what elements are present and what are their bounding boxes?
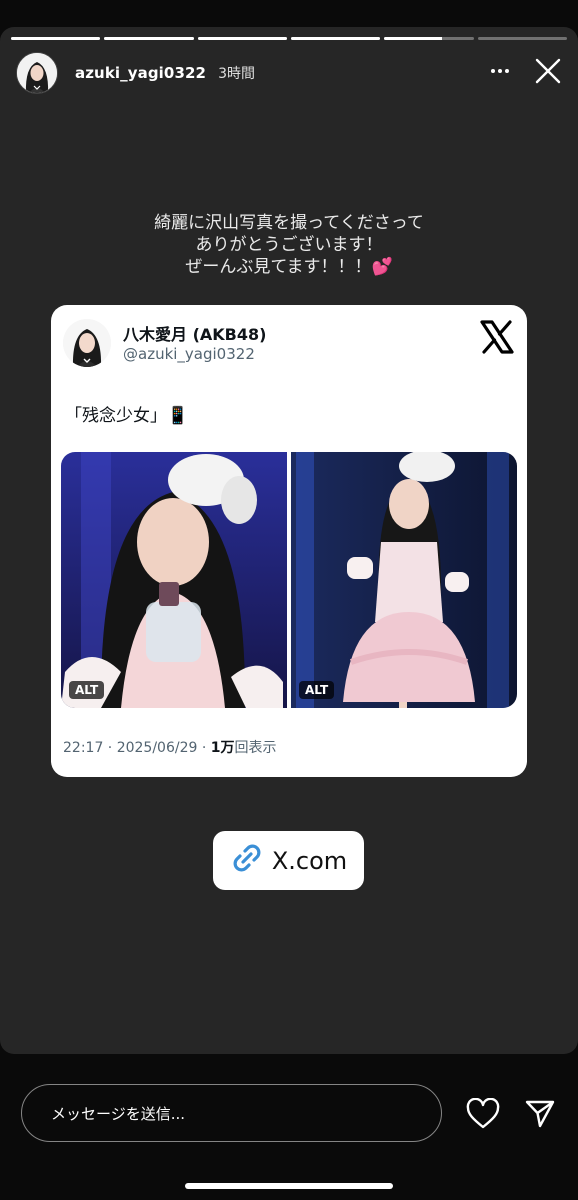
story-header: azuki_yagi0322 3時間 [16,51,562,95]
story-progress-bar [11,37,567,40]
story-progress-segment [197,37,287,40]
story-progress-segment [11,37,101,40]
post-author-avatar[interactable] [63,319,111,367]
post-views-label: 回表示 [234,740,277,756]
post-time: 3時間 [218,66,255,82]
send-icon[interactable] [524,1098,556,1134]
x-logo-icon [479,319,515,355]
post-views-count: 1万 [210,740,235,756]
post-photo-1[interactable]: ALT [61,452,287,708]
message-input-placeholder: メッセージを送信... [51,1104,186,1123]
post-meta: 22:17 · 2025/06/29 · 1万回表示 [63,737,277,757]
story-caption: 綺麗に沢山写真を撮ってくださって ありがとうございます！ ぜーんぶ見てます！！！… [0,212,578,278]
caption-line-1: 綺麗に沢山写真を撮ってくださって [154,213,424,233]
post-author-name: 八木愛月 (AKB48) [123,325,267,344]
user-avatar[interactable] [16,52,58,94]
message-input[interactable]: メッセージを送信... [21,1084,442,1142]
post-text: 「残念少女」📱 [65,406,189,426]
link-sticker[interactable]: X.com [213,831,364,890]
caption-line-2: ありがとうございます！ [195,235,383,255]
close-icon[interactable] [534,57,562,89]
post-author-handle: @azuki_yagi0322 [123,345,255,363]
alt-badge-2[interactable]: ALT [299,681,335,699]
alt-badge-1[interactable]: ALT [69,681,105,699]
post-timestamp: 22:17 · 2025/06/29 · [63,740,211,756]
story-progress-segment [290,37,381,40]
heart-icon[interactable] [466,1097,500,1134]
link-icon [230,841,264,881]
story-progress-segment [477,37,567,40]
story-frame[interactable]: azuki_yagi0322 3時間 綺麗に沢山写真を撮ってくださって ありがと… [0,27,578,1054]
home-indicator [185,1183,393,1189]
post-photos: ALT ALT [61,452,517,708]
embedded-post-card[interactable]: 八木愛月 (AKB48) @azuki_yagi0322 「残念少女」📱 ALT… [51,305,527,777]
story-progress-segment [104,37,194,40]
more-icon[interactable] [488,59,512,87]
link-sticker-label: X.com [271,846,348,875]
story-progress-segment [384,37,474,40]
post-photo-2[interactable]: ALT [291,452,517,708]
caption-line-3: ぜーんぶ見てます！！！💕 [185,257,393,277]
username[interactable]: azuki_yagi0322 [75,64,206,82]
